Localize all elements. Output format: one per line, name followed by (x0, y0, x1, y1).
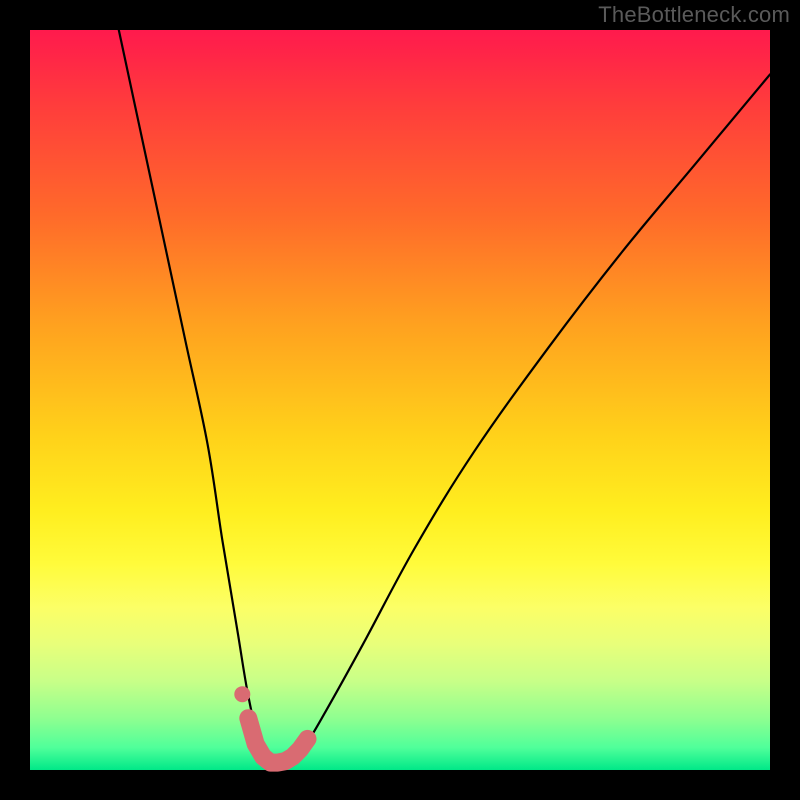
watermark-label: TheBottleneck.com (598, 2, 790, 28)
highlight-stroke (248, 718, 307, 762)
bottleneck-curve (119, 30, 770, 765)
highlight-lead-dot (234, 686, 250, 702)
highlight-band (234, 686, 307, 762)
chart-svg (30, 30, 770, 770)
chart-plot-area (30, 30, 770, 770)
